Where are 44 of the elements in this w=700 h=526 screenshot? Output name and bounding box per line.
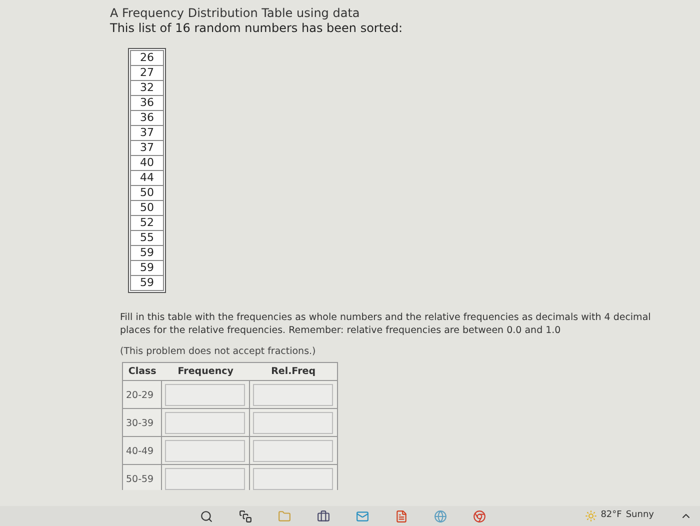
page-heading: A Frequency Distribution Table using data <box>110 6 361 20</box>
frequency-field[interactable] <box>165 440 246 462</box>
number-cell: 50 <box>130 185 164 201</box>
folder-icon[interactable] <box>278 510 291 522</box>
class-cell: 40-49 <box>122 436 162 465</box>
number-cell: 36 <box>130 95 164 111</box>
column-header: Rel.Freq <box>250 362 338 381</box>
column-header: Class <box>122 362 162 381</box>
temperature-text: 82°F <box>600 509 622 522</box>
rel-freq-field[interactable] <box>253 468 334 490</box>
number-cell: 55 <box>130 230 164 246</box>
frequency-field[interactable] <box>165 384 246 406</box>
instructions-text: Fill in this table with the frequencies as whole numbers and the relative frequencies as decimals with 4 decimal places for the relative frequencies. Remember: relative frequencies are between 0.0 and 1.0 <box>120 311 652 337</box>
number-cell: 40 <box>130 155 164 171</box>
number-cell: 37 <box>130 140 164 156</box>
class-cell: 30-39 <box>122 408 162 437</box>
search-icon[interactable] <box>200 510 213 522</box>
number-cell: 52 <box>130 215 164 231</box>
column-header: Frequency <box>162 362 250 381</box>
number-cell: 37 <box>130 125 164 141</box>
class-cell: 20-29 <box>122 380 162 409</box>
class-cell: 50-59 <box>122 464 162 490</box>
mail-icon[interactable] <box>356 510 369 522</box>
browser-icon[interactable] <box>473 510 486 522</box>
frequency-field[interactable] <box>165 412 246 434</box>
rel-freq-field[interactable] <box>253 440 334 462</box>
note-text: (This problem does not accept fractions.) <box>120 345 317 359</box>
task-view-icon[interactable] <box>239 510 252 522</box>
rel-freq-field[interactable] <box>253 384 334 406</box>
number-cell: 59 <box>130 275 164 291</box>
globe-icon[interactable] <box>434 510 447 522</box>
number-cell: 59 <box>130 260 164 276</box>
number-cell: 26 <box>130 50 164 66</box>
number-cell: 59 <box>130 245 164 261</box>
number-cell: 32 <box>130 80 164 96</box>
number-cell: 27 <box>130 65 164 81</box>
sun-icon <box>584 510 597 522</box>
rel-freq-field[interactable] <box>253 412 334 434</box>
number-cell: 44 <box>130 170 164 186</box>
number-cell: 50 <box>130 200 164 216</box>
intro-text: This list of 16 random numbers has been sorted: <box>110 20 404 36</box>
weather-text: Sunny <box>626 509 654 522</box>
frequency-field[interactable] <box>165 468 246 490</box>
number-cell: 36 <box>130 110 164 126</box>
